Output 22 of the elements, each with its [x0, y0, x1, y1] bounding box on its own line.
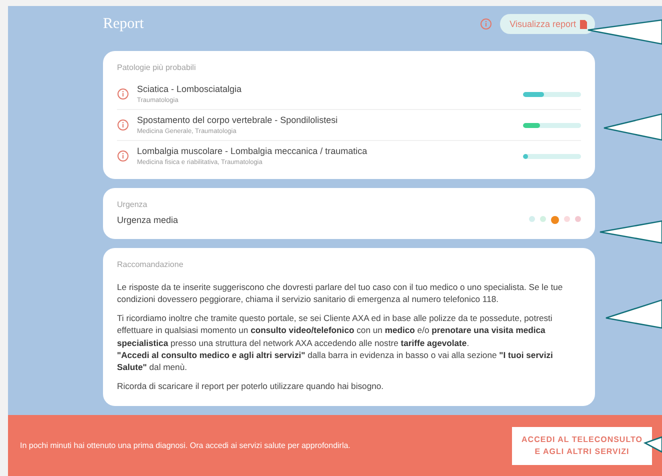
urgency-label: Urgenza media	[117, 215, 178, 225]
card-heading: Patologie più probabili	[117, 63, 197, 72]
pathology-name: Sciatica - Lombosciatalgia	[137, 84, 243, 94]
callout-pointer	[599, 220, 662, 244]
view-report-button[interactable]: Visualizza report	[500, 14, 595, 34]
info-icon	[480, 18, 492, 30]
diagnosis-message: In pochi minuti hai ottenuto una prima diagnosi. Ora accedi ai servizi salute per approfondirla.	[20, 441, 350, 450]
info-icon	[117, 119, 129, 131]
pathology-name: Lombalgia muscolare - Lombalgia meccanica / traumatica	[137, 146, 368, 156]
recommendation-paragraph: Ti ricordiamo inoltre che tramite questo portale, se sei Cliente AXA ed in base alle polizze da te possedute, potresti effettuare in qualsiasi momento un consulto video/telefonico con un medico e/o prenotare una visita medica specialistica presso una struttura del network AXA accedendo alle nostre tariffe agevolate. "Accedi al consulto medico e agli altri servizi" dalla barra in evidenza in basso o vai alla sezione "I tuoi servizi Salute" dal menù.	[117, 312, 554, 374]
recommendation-paragraph: Le risposte da te inserite suggeriscono che dovresti parlare del tuo caso con il tuo medico o uno specialista. Se le tue condizioni dovessero peggiorare, chiama il servizio sanitario di emergenza al numero telefonico 118.	[117, 281, 564, 306]
teleconsult-button[interactable]: ACCEDI AL TELECONSULTO E AGLI ALTRI SERVIZI	[512, 426, 652, 464]
card-heading: Raccomandazione	[117, 260, 184, 269]
card-heading: Urgenza	[117, 200, 148, 209]
recommendation-paragraph: Ricorda di scaricare il report per poterlo utilizzare quando hai bisogno.	[117, 380, 385, 392]
page-title: Report	[103, 16, 144, 32]
info-icon	[117, 88, 129, 100]
callout-pointer	[605, 299, 662, 329]
info-icon	[117, 150, 129, 162]
callout-pointer	[603, 113, 662, 141]
callout-pointer	[643, 436, 662, 454]
pathology-name: Spostamento del corpo vertebrale - Spondilolistesi	[137, 115, 339, 125]
